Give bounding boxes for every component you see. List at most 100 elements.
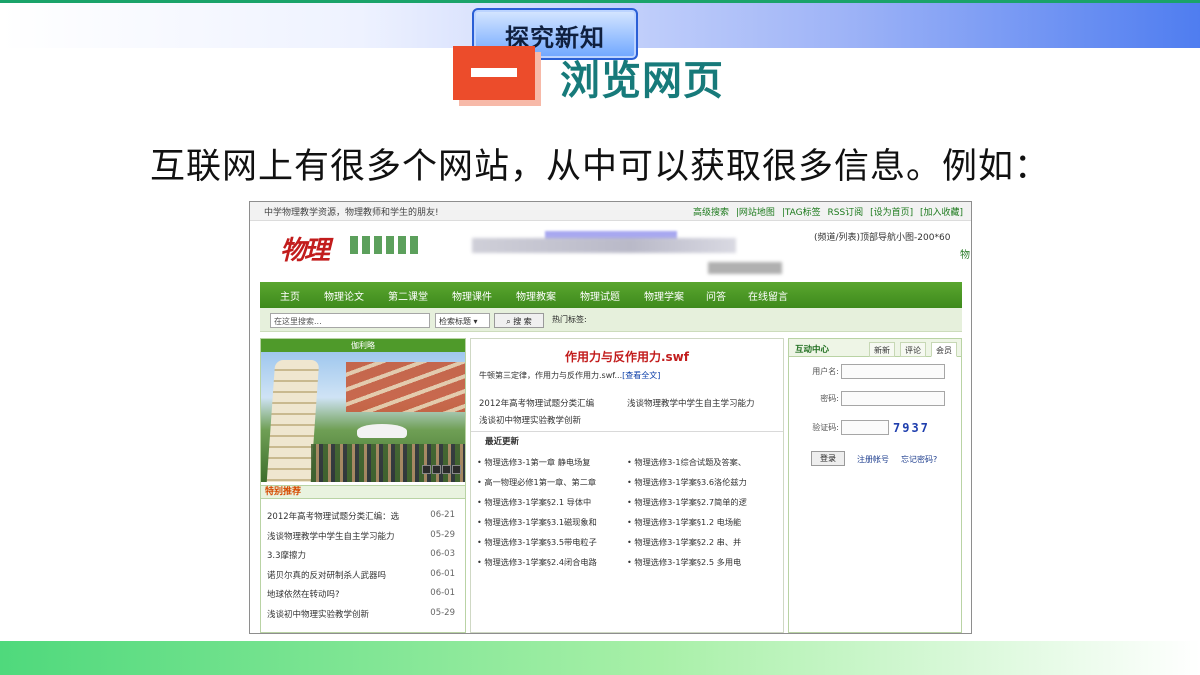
username-field[interactable] (841, 364, 945, 379)
site-search-bar: 在这里搜索... 检索标题 ▾ ⌕ 搜 索 热门标签: (260, 308, 962, 332)
right-column: 互动中心 新新 评论 会员 用户名: 密码: 验证码: 7937 登录 注册帐号… (788, 338, 962, 633)
latest-item[interactable]: • 物理选修3-1学案§2.7简单的逻 (627, 496, 777, 508)
list-item-date: 06-01 (430, 588, 455, 599)
top-link-tags[interactable]: |TAG标签 (782, 208, 821, 218)
list-item[interactable]: 地球依然在转动吗? 06-01 (267, 585, 461, 605)
latest-item[interactable]: • 高一物理必修1第一章、第二章 (477, 476, 627, 488)
site-logo-subtitle (350, 236, 420, 254)
list-item[interactable]: 浅谈物理教学中学生自主学习能力 05-29 (267, 527, 461, 547)
slideshow-thumb[interactable] (442, 465, 451, 474)
nav-home[interactable]: 主页 (280, 288, 300, 303)
latest-item[interactable]: • 物理选修3-1综合试题及答案、 (627, 456, 777, 468)
tab-new[interactable]: 新新 (869, 342, 895, 357)
top-link-sitemap[interactable]: |网站地图 (736, 208, 775, 218)
top-link-rss[interactable]: RSS订阅 (828, 208, 864, 218)
password-field[interactable] (841, 391, 945, 406)
photo-umbrella (357, 424, 407, 438)
website-screenshot: 中学物理教学资源，物理教师和学生的朋友! 高级搜索 |网站地图 |TAG标签 R… (249, 201, 972, 634)
top-link-favorite[interactable]: [加入收藏] (920, 208, 963, 218)
password-label: 密码: (820, 394, 839, 403)
latest-item[interactable]: • 物理选修3-1学案§3.1磁现象和 (477, 516, 627, 528)
list-item[interactable]: 2012年高考物理试题分类汇编：选 06-21 (267, 507, 461, 527)
site-logo[interactable]: 物理 (280, 230, 330, 267)
nav-guestbook[interactable]: 在线留言 (748, 288, 788, 303)
list-item[interactable]: 浅谈初中物理实验教学创新 05-29 (267, 605, 461, 625)
article-description: 牛顿第三定律，作用力与反作用力.swf...[查看全文] (479, 370, 660, 381)
slideshow-image[interactable] (261, 352, 465, 482)
interaction-title: 互动中心 (795, 345, 830, 355)
nav-second-class[interactable]: 第二课堂 (388, 288, 428, 303)
nav-study-plans[interactable]: 物理学案 (644, 288, 684, 303)
list-item[interactable]: 诺贝尔真的反对研制杀人武器吗 06-01 (267, 566, 461, 586)
section-number-glyph (471, 68, 517, 77)
list-item-date: 06-21 (430, 510, 455, 520)
list-item-title[interactable]: 3.3摩擦力 (267, 549, 417, 561)
list-item-title[interactable]: 浅谈物理教学中学生自主学习能力 (267, 530, 417, 542)
blurred-banner-text (472, 238, 736, 253)
search-button-label: 搜 索 (513, 317, 532, 326)
tab-comments[interactable]: 评论 (900, 342, 926, 357)
divider (471, 431, 783, 432)
list-item-date: 06-03 (430, 549, 455, 560)
related-link[interactable]: 2012年高考物理试题分类汇编 (479, 397, 594, 409)
top-link-advanced-search[interactable]: 高级搜索 (693, 208, 729, 218)
list-item-date: 05-29 (430, 607, 455, 618)
list-item-title[interactable]: 地球依然在转动吗? (267, 588, 417, 600)
chevron-down-icon: ▾ (471, 317, 478, 326)
hot-tags-label: 热门标签: (552, 315, 587, 324)
read-more-link[interactable]: [查看全文] (622, 371, 660, 380)
latest-item[interactable]: • 物理选修3-1学案§2.2 串、并 (627, 536, 777, 548)
forgot-password-link[interactable]: 忘记密码? (901, 454, 937, 465)
search-field-select[interactable]: 检索标题 ▾ (435, 313, 490, 328)
slideshow-title: 伽利略 (261, 339, 465, 352)
lead-text: 互联网上有很多个网站，从中可以获取很多信息。例如： (149, 147, 1050, 187)
nav-lesson-plans[interactable]: 物理教案 (516, 288, 556, 303)
nav-qa[interactable]: 问答 (706, 288, 726, 303)
nav-papers[interactable]: 物理论文 (324, 288, 364, 303)
search-button[interactable]: ⌕ 搜 索 (494, 313, 544, 328)
latest-item[interactable]: • 物理选修3-1学案§3.6洛伦兹力 (627, 476, 777, 488)
recommend-list: 2012年高考物理试题分类汇编：选 06-21 浅谈物理教学中学生自主学习能力 05… (267, 507, 461, 625)
username-label: 用户名: (812, 367, 839, 376)
nav-courseware[interactable]: 物理课件 (452, 288, 492, 303)
slideshow-thumbnails (421, 459, 461, 478)
latest-item[interactable]: • 物理选修3-1学案§2.4闭合电路 (477, 556, 627, 568)
site-tagline: 中学物理教学资源，物理教师和学生的朋友! (264, 208, 439, 218)
nav-exams[interactable]: 物理试题 (580, 288, 620, 303)
tab-members[interactable]: 会员 (931, 342, 957, 357)
search-input[interactable]: 在这里搜索... (270, 313, 430, 328)
latest-item[interactable]: • 物理选修3-1学案§2.1 导体中 (477, 496, 627, 508)
slideshow-thumb[interactable] (422, 465, 431, 474)
related-link[interactable]: 浅谈物理教学中学生自主学习能力 (627, 397, 755, 409)
list-item-title[interactable]: 诺贝尔真的反对研制杀人武器吗 (267, 569, 417, 581)
search-field-select-value: 检索标题 (439, 317, 471, 326)
recommend-header: 特别推荐 (261, 485, 465, 499)
slide: 探究新知 浏览网页 互联网上有很多个网站，从中可以获取很多信息。例如： 中学物理… (0, 0, 1200, 675)
latest-item[interactable]: • 物理选修3-1学案§2.5 多用电 (627, 556, 777, 568)
captcha-field[interactable] (841, 420, 889, 435)
bottom-decorative-band (0, 641, 1200, 675)
list-item-title[interactable]: 浅谈初中物理实验教学创新 (267, 608, 417, 620)
related-link[interactable]: 浅谈初中物理实验教学创新 (479, 414, 581, 426)
register-link[interactable]: 注册帐号 (857, 454, 889, 465)
latest-item[interactable]: • 物理选修3-1学案§1.2 电场能 (627, 516, 777, 528)
top-accent-line (0, 0, 1200, 3)
section-title: 浏览网页 (560, 58, 724, 104)
article-title[interactable]: 作用力与反作用力.swf (471, 348, 783, 365)
latest-item[interactable]: • 物理选修3-1第一章 静电场复 (477, 456, 627, 468)
slideshow-thumb[interactable] (432, 465, 441, 474)
site-nav: 主页 物理论文 第二课堂 物理课件 物理教案 物理试题 物理学案 问答 在线留言 (260, 282, 962, 308)
left-column: 伽利略 特别推荐 2012年高考物理试题分类汇编：选 06-21 浅谈物理教学中学… (260, 338, 466, 633)
slideshow-thumb[interactable] (452, 465, 461, 474)
list-item-date: 05-29 (430, 529, 455, 540)
ad-placeholder-note: (频道/列表)顶部导航小图-200*60 (814, 233, 951, 243)
photo-roofs (346, 362, 465, 412)
list-item-title[interactable]: 2012年高考物理试题分类汇编：选 (267, 510, 417, 522)
latest-item[interactable]: • 物理选修3-1学案§3.5带电粒子 (477, 536, 627, 548)
top-link-set-home[interactable]: [设为首页] (870, 208, 913, 218)
side-char: 物 (960, 250, 970, 261)
login-button[interactable]: 登录 (811, 451, 845, 466)
captcha-image: 7937 (893, 421, 930, 435)
center-column: 作用力与反作用力.swf 牛顿第三定律，作用力与反作用力.swf...[查看全文… (470, 338, 784, 633)
list-item[interactable]: 3.3摩擦力 06-03 (267, 546, 461, 566)
